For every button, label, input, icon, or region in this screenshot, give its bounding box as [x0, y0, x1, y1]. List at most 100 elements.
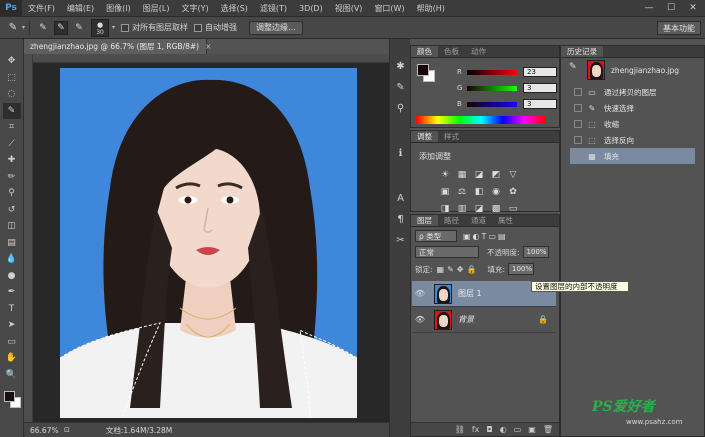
layer-style-icon[interactable]: fx — [472, 425, 480, 434]
tool-presets-icon[interactable]: ✂ — [393, 233, 408, 248]
quick-select-tool-icon[interactable]: ✎ — [2, 102, 21, 119]
selective-color-icon[interactable]: ▩ — [490, 203, 502, 214]
chevron-down-icon[interactable]: ▾ — [112, 24, 115, 31]
eraser-tool-icon[interactable]: ◫ — [3, 218, 21, 235]
threshold-icon[interactable]: ◪ — [473, 203, 485, 214]
history-brush-tool-icon[interactable]: ↺ — [3, 202, 21, 219]
new-adjustment-icon[interactable]: ◐ — [500, 425, 507, 434]
move-tool-icon[interactable]: ✥ — [3, 53, 21, 70]
close-tab-icon[interactable]: × — [205, 42, 211, 51]
black-white-icon[interactable]: ◧ — [473, 186, 485, 197]
eyedropper-tool-icon[interactable]: ⟋ — [3, 136, 21, 153]
menu-type[interactable]: 文字(Y) — [175, 3, 214, 14]
info-panel-icon[interactable]: ℹ — [393, 146, 408, 161]
menu-select[interactable]: 选择(S) — [215, 3, 254, 14]
history-state-checkbox[interactable] — [574, 152, 582, 160]
photo-filter-icon[interactable]: ◉ — [490, 186, 502, 197]
vibrance-icon[interactable]: ▽ — [507, 169, 519, 180]
gradient-map-icon[interactable]: ▭ — [507, 203, 519, 214]
blend-mode-select[interactable]: 正常 — [415, 246, 479, 258]
curves-icon[interactable]: ◪ — [473, 169, 485, 180]
tab-adjustments[interactable]: 调整 — [411, 131, 438, 142]
blur-tool-icon[interactable]: 💧 — [3, 251, 21, 268]
fill-input[interactable]: 100% — [508, 263, 534, 275]
zoom-level[interactable]: 66.67% — [24, 426, 64, 435]
brush-size-picker[interactable]: ● 30 — [91, 18, 110, 37]
tab-channels[interactable]: 通道 — [465, 215, 492, 226]
delete-layer-icon[interactable]: 🗑 — [543, 425, 553, 434]
history-item-inverse[interactable]: ⬚ 选择反向 — [570, 132, 695, 148]
link-layers-icon[interactable]: ⛓ — [455, 425, 465, 434]
eye-icon[interactable]: 👁 — [414, 289, 426, 298]
hue-saturation-icon[interactable]: ▣ — [439, 186, 451, 197]
marquee-tool-icon[interactable]: ⬚ — [3, 70, 21, 87]
subtract-from-selection-icon[interactable]: ✎ — [72, 21, 86, 35]
crop-tool-icon[interactable]: ⌗ — [3, 119, 21, 136]
color-swatches[interactable] — [2, 389, 22, 411]
clone-source-icon[interactable]: ⚲ — [393, 101, 408, 116]
sample-all-layers-checkbox[interactable] — [121, 23, 130, 32]
clone-stamp-tool-icon[interactable]: ⚲ — [3, 185, 21, 202]
foreground-color-swatch[interactable] — [3, 391, 15, 402]
filter-icons[interactable]: ▣◐T▭▤ — [463, 232, 508, 241]
tab-color[interactable]: 颜色 — [411, 46, 438, 57]
invert-icon[interactable]: ◨ — [439, 203, 451, 214]
color-g-slider[interactable] — [467, 85, 517, 91]
menu-3d[interactable]: 3D(D) — [293, 4, 329, 13]
healing-brush-tool-icon[interactable]: ✚ — [3, 152, 21, 169]
exposure-icon[interactable]: ◩ — [490, 169, 502, 180]
color-fg-swatch[interactable] — [417, 64, 429, 76]
close-button[interactable]: ✕ — [683, 1, 703, 15]
new-layer-icon[interactable]: ▣ — [528, 425, 536, 434]
gradient-tool-icon[interactable]: ▤ — [3, 235, 21, 252]
menu-filter[interactable]: 滤镜(T) — [254, 3, 293, 14]
document-tab[interactable]: zhengjianzhao.jpg @ 66.7% (图层 1, RGB/8#)… — [24, 39, 211, 54]
color-g-input[interactable]: 3 — [523, 83, 557, 93]
levels-icon[interactable]: ▦ — [456, 169, 468, 180]
minimize-button[interactable]: — — [639, 1, 659, 15]
menu-file[interactable]: 文件(F) — [22, 3, 61, 14]
snapshot-name[interactable]: zhengjianzhao.jpg — [611, 66, 679, 75]
shape-tool-icon[interactable]: ▭ — [3, 334, 21, 351]
character-panel-icon[interactable]: A — [393, 191, 408, 206]
menu-image[interactable]: 图像(I) — [100, 3, 137, 14]
layer-row-background[interactable]: 👁 背景 🔒 — [412, 307, 556, 333]
pen-tool-icon[interactable]: ✒ — [3, 284, 21, 301]
layer-kind-filter[interactable]: ρ 类型 — [415, 230, 457, 242]
dodge-tool-icon[interactable]: ● — [3, 268, 21, 285]
brush-panel-icon[interactable]: ✎ — [393, 80, 408, 95]
new-selection-icon[interactable]: ✎ — [36, 21, 50, 35]
history-item-quick-select[interactable]: ✎ 快速选择 — [570, 100, 695, 116]
brush-preset-icon[interactable]: ✱ — [393, 59, 408, 74]
history-state-checkbox[interactable] — [574, 136, 582, 144]
add-mask-icon[interactable]: ◘ — [486, 425, 492, 434]
auto-enhance-checkbox[interactable] — [194, 23, 203, 32]
tab-history[interactable]: 历史记录 — [561, 46, 603, 57]
ps-logo[interactable]: Ps — [0, 0, 22, 17]
lasso-tool-icon[interactable]: ◌ — [3, 86, 21, 103]
tab-actions[interactable]: 动作 — [465, 46, 492, 57]
color-b-slider[interactable] — [467, 101, 517, 107]
menu-edit[interactable]: 编辑(E) — [61, 3, 100, 14]
color-r-input[interactable]: 23 — [523, 67, 557, 77]
history-state-checkbox[interactable] — [574, 104, 582, 112]
zoom-tool-icon[interactable]: 🔍 — [3, 367, 21, 384]
color-balance-icon[interactable]: ⚖ — [456, 186, 468, 197]
chevron-down-icon[interactable]: ▾ — [22, 24, 25, 31]
paragraph-panel-icon[interactable]: ¶ — [393, 212, 408, 227]
opacity-input[interactable]: 100% — [522, 246, 549, 258]
ruler-left[interactable] — [24, 54, 33, 422]
snapshot-brush-icon[interactable]: ✎ — [569, 62, 577, 72]
snapshot-thumbnail[interactable] — [587, 60, 605, 80]
history-state-checkbox[interactable] — [574, 88, 582, 96]
brightness-icon[interactable]: ☀ — [439, 169, 451, 180]
image-canvas[interactable] — [60, 68, 357, 418]
history-item-fill[interactable]: ▦ 填充 — [570, 148, 695, 164]
brush-tool-icon[interactable]: ✏ — [3, 169, 21, 186]
path-select-tool-icon[interactable]: ➤ — [3, 317, 21, 334]
tab-swatches[interactable]: 色板 — [438, 46, 465, 57]
menu-window[interactable]: 窗口(W) — [368, 3, 410, 14]
add-to-selection-icon[interactable]: ✎ — [54, 20, 69, 35]
menu-help[interactable]: 帮助(H) — [411, 3, 451, 14]
history-item-contract[interactable]: ⬚ 收缩 — [570, 116, 695, 132]
